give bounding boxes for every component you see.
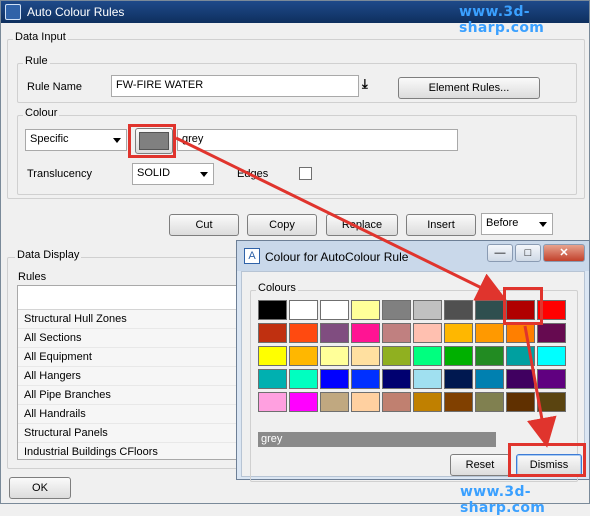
watermark-bottom: www.3d-sharp.com <box>460 484 546 516</box>
arrow-to-dismiss <box>523 325 557 448</box>
annotation-arrows <box>175 136 557 448</box>
arrow-to-palette <box>175 136 507 301</box>
